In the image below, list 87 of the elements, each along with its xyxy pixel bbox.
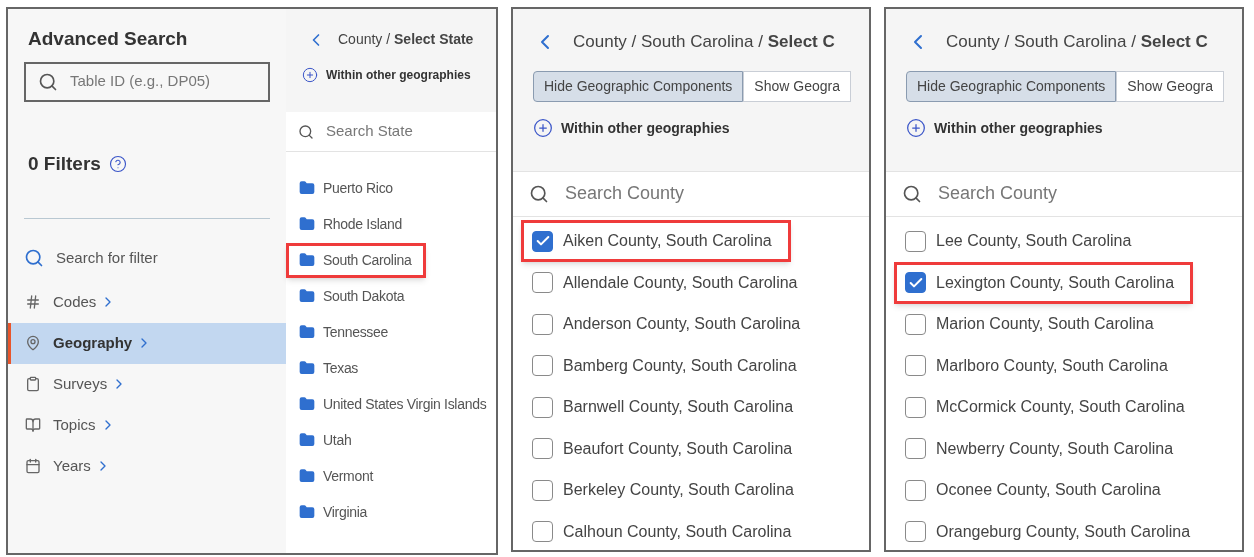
folder-icon bbox=[299, 396, 315, 412]
nav-item[interactable]: Codes bbox=[8, 281, 286, 323]
folder-icon bbox=[299, 180, 315, 196]
nav-item[interactable]: Geography bbox=[8, 322, 286, 364]
county-option[interactable]: Berkeley County, South Carolina bbox=[521, 469, 813, 512]
folder-icon bbox=[299, 288, 315, 304]
search-field[interactable]: Search County bbox=[886, 170, 1242, 217]
nav-item[interactable]: Years bbox=[8, 445, 286, 487]
checkbox[interactable] bbox=[532, 479, 553, 501]
state-option[interactable]: South Carolina bbox=[286, 242, 427, 278]
search-icon bbox=[529, 183, 549, 204]
search-icon bbox=[38, 71, 58, 92]
county-option[interactable]: Marion County, South Carolina bbox=[894, 303, 1173, 346]
folder-icon bbox=[299, 324, 315, 340]
clipboard-icon bbox=[25, 376, 41, 392]
folder-icon bbox=[299, 468, 315, 484]
county-option[interactable]: Calhoun County, South Carolina bbox=[521, 510, 811, 550]
county-option[interactable]: Marlboro County, South Carolina bbox=[894, 344, 1187, 387]
state-option[interactable]: Virginia bbox=[286, 494, 383, 530]
folder-icon bbox=[299, 252, 315, 268]
county-option[interactable]: Beaufort County, South Carolina bbox=[521, 427, 812, 470]
book-icon bbox=[25, 417, 41, 433]
county-option[interactable]: Newberry County, South Carolina bbox=[894, 427, 1193, 470]
toggle-button[interactable]: Show Geogra bbox=[1116, 70, 1224, 102]
county-option[interactable]: Orangeburg County, South Carolina bbox=[894, 510, 1210, 550]
add-icon[interactable] bbox=[533, 118, 553, 138]
filter-search-link[interactable]: Search for filter bbox=[56, 247, 158, 270]
state-option[interactable]: Texas bbox=[286, 350, 374, 386]
checkbox[interactable] bbox=[532, 230, 553, 252]
within-link[interactable]: Within other geographies bbox=[561, 117, 730, 139]
search-field[interactable]: Table ID (e.g., DP05) bbox=[24, 61, 270, 102]
checkbox[interactable] bbox=[905, 479, 926, 501]
map-pin-icon bbox=[25, 335, 41, 351]
checkbox[interactable] bbox=[532, 521, 553, 543]
checkbox[interactable] bbox=[905, 438, 926, 460]
toggle-button[interactable]: Hide Geographic Components bbox=[906, 70, 1117, 102]
checkbox[interactable] bbox=[905, 272, 926, 294]
search-icon bbox=[24, 248, 44, 269]
filters-title: 0 Filters bbox=[28, 151, 101, 176]
folder-icon bbox=[299, 432, 315, 448]
help-icon[interactable] bbox=[108, 154, 127, 173]
state-option[interactable]: Vermont bbox=[286, 458, 389, 494]
state-option[interactable]: United States Virgin Islands bbox=[286, 386, 496, 422]
calendar-icon bbox=[25, 458, 41, 474]
folder-icon bbox=[299, 504, 315, 520]
state-option[interactable]: Rhode Island bbox=[286, 206, 417, 242]
checkbox[interactable] bbox=[905, 521, 926, 543]
checkbox[interactable] bbox=[905, 396, 926, 418]
search-icon bbox=[902, 183, 922, 204]
add-icon[interactable] bbox=[906, 118, 926, 138]
checkbox[interactable] bbox=[532, 313, 553, 335]
hash-icon bbox=[25, 294, 41, 310]
folder-icon bbox=[299, 360, 315, 376]
county-option[interactable]: Barnwell County, South Carolina bbox=[521, 386, 813, 429]
state-option[interactable]: Tennessee bbox=[286, 314, 404, 350]
panel-title: Advanced Search bbox=[28, 27, 189, 51]
folder-icon bbox=[299, 216, 315, 232]
nav-item[interactable]: Topics bbox=[8, 404, 286, 446]
county-option[interactable]: Anderson County, South Carolina bbox=[521, 303, 820, 346]
search-icon bbox=[298, 123, 314, 140]
state-option[interactable]: Utah bbox=[286, 422, 367, 458]
county-option[interactable]: McCormick County, South Carolina bbox=[894, 386, 1204, 429]
within-link[interactable]: Within other geographies bbox=[326, 66, 471, 84]
checkbox[interactable] bbox=[905, 230, 926, 252]
checkbox[interactable] bbox=[532, 272, 553, 294]
toggle-button[interactable]: Show Geogra bbox=[743, 70, 851, 102]
checkbox[interactable] bbox=[905, 313, 926, 335]
toggle-button[interactable]: Hide Geographic Components bbox=[533, 70, 744, 102]
checkbox[interactable] bbox=[532, 355, 553, 377]
nav-item[interactable]: Surveys bbox=[8, 363, 286, 405]
breadcrumb: County / South Carolina / Select C bbox=[573, 31, 835, 53]
breadcrumb: County / South Carolina / Select C bbox=[946, 31, 1208, 53]
checkbox[interactable] bbox=[532, 396, 553, 418]
county-option[interactable]: Lexington County, South Carolina bbox=[894, 261, 1194, 304]
state-option[interactable]: Puerto Rico bbox=[286, 170, 408, 206]
county-option[interactable]: Aiken County, South Carolina bbox=[521, 220, 791, 263]
county-option[interactable]: Lee County, South Carolina bbox=[894, 220, 1151, 263]
county-option[interactable]: Oconee County, South Carolina bbox=[894, 469, 1180, 512]
search-field[interactable]: Search County bbox=[513, 170, 869, 217]
checkbox[interactable] bbox=[532, 438, 553, 460]
breadcrumb: County / Select State bbox=[338, 30, 474, 49]
state-option[interactable]: South Dakota bbox=[286, 278, 420, 314]
county-option[interactable]: Allendale County, South Carolina bbox=[521, 261, 817, 304]
add-icon[interactable] bbox=[302, 67, 318, 83]
within-link[interactable]: Within other geographies bbox=[934, 117, 1103, 139]
checkbox[interactable] bbox=[905, 355, 926, 377]
county-option[interactable]: Bamberg County, South Carolina bbox=[521, 344, 816, 387]
